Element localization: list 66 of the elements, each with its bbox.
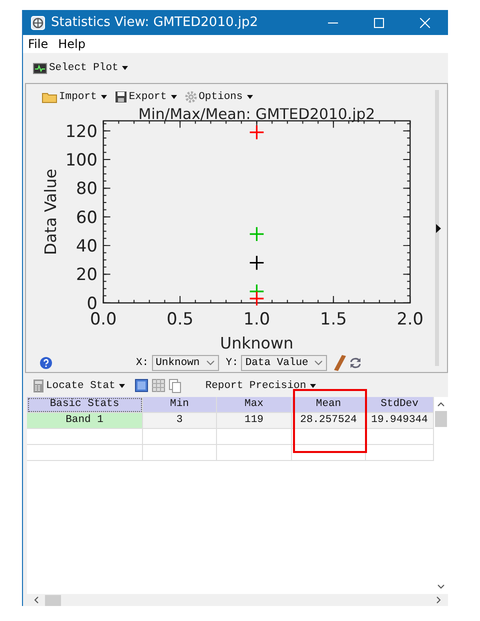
maximize-icon[interactable]: [374, 18, 384, 28]
caret-icon: [100, 94, 107, 99]
y-tick-label: 100: [65, 149, 98, 170]
y-tick-label: 80: [76, 178, 98, 198]
refresh-icon[interactable]: [349, 357, 362, 370]
table-cell: 19.949344: [366, 413, 434, 429]
x-axis-selector-label: X:: [136, 357, 149, 370]
y-tick-label: 20: [76, 264, 98, 284]
table-cell: 119: [217, 413, 292, 429]
column-header[interactable]: Min: [143, 397, 217, 413]
chevron-up-icon[interactable]: [437, 401, 445, 407]
table-cell: Band 1: [27, 413, 143, 429]
import-button[interactable]: Import: [40, 90, 109, 103]
y-axis-selector-label: Y:: [226, 357, 238, 370]
y-tick-label: 60: [76, 206, 98, 227]
table-cell: [366, 429, 434, 445]
y-tick-label: 120: [65, 120, 98, 141]
options-button[interactable]: Options: [182, 90, 255, 103]
caret-icon: [122, 66, 128, 70]
expand-handle-icon[interactable]: [436, 224, 441, 233]
x-tick-label: 1.0: [243, 308, 270, 328]
locate-stat-button[interactable]: Locate Stat: [31, 379, 128, 393]
column-header[interactable]: Max: [217, 397, 292, 413]
x-axis-dropdown[interactable]: Unknown: [152, 355, 219, 372]
monitor-icon: [33, 62, 47, 74]
help-icon[interactable]: [40, 357, 52, 370]
chevron-left-icon[interactable]: [33, 596, 39, 604]
chevron-down-icon: [314, 360, 324, 366]
caret-icon: [119, 384, 126, 388]
caret-icon: [310, 384, 316, 388]
table-cell: [366, 445, 434, 461]
column-header[interactable]: StdDev: [366, 397, 434, 413]
menu-item[interactable]: File: [28, 37, 48, 51]
x-tick-label: 0.5: [166, 308, 194, 328]
chevron-down-icon[interactable]: [437, 584, 445, 590]
x-axis-label: Unknown: [220, 333, 294, 352]
x-tick-label: 2.0: [396, 308, 424, 328]
report-precision-button[interactable]: Report Precision: [203, 380, 318, 392]
globe-icon: [31, 16, 45, 30]
table-view-icon[interactable]: [135, 379, 148, 392]
gear-icon: [184, 90, 197, 103]
chevron-right-icon[interactable]: [436, 596, 442, 604]
column-header[interactable]: Basic Stats: [27, 397, 143, 413]
y-axis-label: Data Value: [40, 168, 60, 255]
horizontal-scrollbar[interactable]: [27, 594, 448, 606]
calculator-icon: [33, 379, 44, 393]
table-cell: 28.257524: [292, 413, 366, 429]
copy-icon[interactable]: [169, 379, 182, 393]
scrollbar-thumb[interactable]: [435, 411, 447, 427]
caret-icon: [246, 94, 253, 99]
caret-icon: [170, 94, 177, 99]
select-plot-button[interactable]: Select Plot: [31, 62, 130, 74]
menu-item[interactable]: Help: [58, 37, 86, 51]
column-header[interactable]: Mean: [292, 397, 366, 413]
table-cell: 3: [143, 413, 217, 429]
chart-title: Min/Max/Mean: GMTED2010.jp2: [138, 106, 376, 123]
y-tick-label: 40: [76, 235, 98, 256]
export-button[interactable]: Export: [112, 90, 179, 103]
chevron-down-icon: [206, 360, 215, 366]
y-axis-dropdown[interactable]: Data Value: [241, 355, 328, 372]
x-tick-label: 1.5: [320, 308, 347, 328]
ruler-icon[interactable]: [334, 355, 346, 372]
folder-icon: [42, 90, 57, 103]
scrollbar-thumb[interactable]: [45, 594, 61, 606]
close-icon[interactable]: [420, 18, 430, 28]
window-title: Statistics View: GMTED2010.jp2: [51, 15, 260, 30]
